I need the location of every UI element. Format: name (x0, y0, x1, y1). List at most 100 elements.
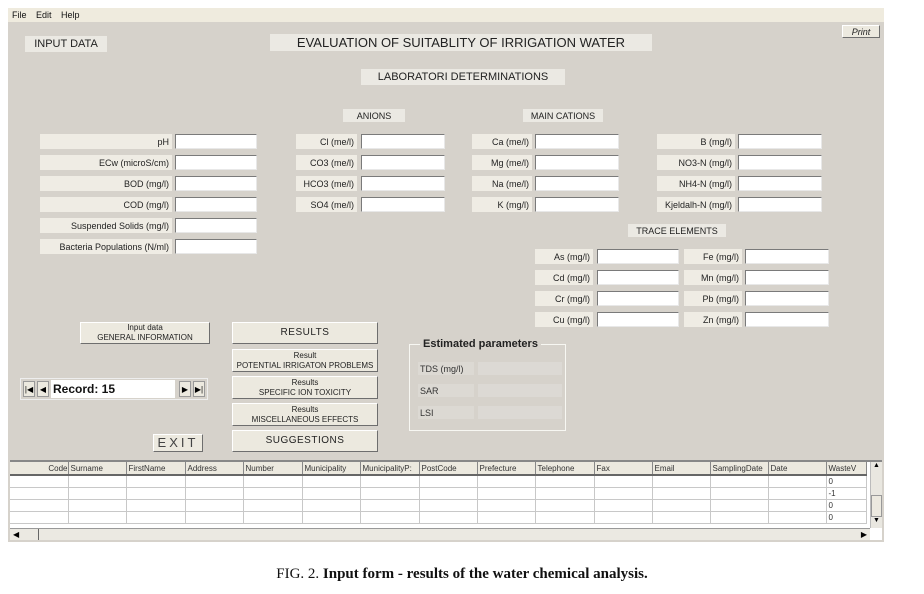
table-cell[interactable] (419, 475, 478, 488)
menu-file[interactable]: File (12, 10, 27, 20)
na-input[interactable] (535, 176, 619, 191)
table-cell[interactable] (535, 499, 595, 512)
table-cell[interactable] (302, 475, 361, 488)
ecw-input[interactable] (175, 155, 257, 170)
vertical-scroll-thumb[interactable] (871, 495, 882, 517)
table-cell[interactable] (185, 475, 244, 488)
column-header-municipality[interactable]: Municipality (302, 462, 361, 476)
table-cell[interactable] (126, 487, 186, 500)
table-cell[interactable] (710, 475, 769, 488)
column-header-samplingdate[interactable]: SamplingDate (710, 462, 769, 476)
column-header-firstname[interactable]: FirstName (126, 462, 186, 476)
table-cell[interactable]: -1 (826, 487, 867, 500)
cl-input[interactable] (361, 134, 445, 149)
next-record-button[interactable]: ▶ (179, 381, 191, 397)
column-header-address[interactable]: Address (185, 462, 244, 476)
table-cell[interactable] (710, 487, 769, 500)
table-cell[interactable] (768, 511, 827, 524)
table-cell[interactable] (68, 511, 127, 524)
fe-input[interactable] (745, 249, 829, 264)
mn-input[interactable] (745, 270, 829, 285)
table-cell[interactable] (302, 487, 361, 500)
b-input[interactable] (738, 134, 822, 149)
table-cell[interactable] (594, 487, 653, 500)
table-cell[interactable] (243, 487, 303, 500)
table-cell[interactable] (68, 487, 127, 500)
kjeldalh-n-input[interactable] (738, 197, 822, 212)
column-header-municipalityp[interactable]: MunicipalityP: (360, 462, 420, 476)
potential-irrigation-problems-button[interactable]: Result POTENTIAL IRRIGATON PROBLEMS (232, 349, 378, 372)
table-cell[interactable] (360, 487, 420, 500)
bod-input[interactable] (175, 176, 257, 191)
k-input[interactable] (535, 197, 619, 212)
table-cell[interactable] (185, 511, 244, 524)
table-cell[interactable] (360, 499, 420, 512)
table-row[interactable]: 0 (10, 499, 867, 512)
table-cell[interactable] (243, 511, 303, 524)
table-cell[interactable] (360, 511, 420, 524)
table-cell[interactable] (594, 475, 653, 488)
table-cell[interactable]: 0 (826, 475, 867, 488)
so4-input[interactable] (361, 197, 445, 212)
exit-button[interactable]: EXIT (153, 434, 203, 452)
menu-edit[interactable]: Edit (36, 10, 52, 20)
table-cell[interactable] (302, 499, 361, 512)
scroll-up-arrow-icon[interactable]: ▲ (871, 462, 882, 473)
bacteria-populations-input[interactable] (175, 239, 257, 254)
co3-input[interactable] (361, 155, 445, 170)
zn-input[interactable] (745, 312, 829, 327)
vertical-scrollbar[interactable]: ▲ ▼ (870, 462, 882, 528)
column-header-number[interactable]: Number (243, 462, 303, 476)
print-button[interactable]: Print (842, 25, 880, 38)
as-input[interactable] (597, 249, 679, 264)
menu-help[interactable]: Help (61, 10, 80, 20)
column-header-prefecture[interactable]: Prefecture (477, 462, 536, 476)
first-record-button[interactable]: |◀ (23, 381, 35, 397)
column-header-fax[interactable]: Fax (594, 462, 653, 476)
table-cell[interactable] (477, 475, 536, 488)
scroll-left-arrow-icon[interactable]: ◀ (13, 530, 19, 539)
table-cell[interactable] (126, 475, 186, 488)
cod-input[interactable] (175, 197, 257, 212)
results-button[interactable]: RESULTS (232, 322, 378, 344)
cr-input[interactable] (597, 291, 679, 306)
table-cell[interactable] (10, 487, 69, 500)
specific-ion-toxicity-button[interactable]: Results SPECIFIC ION TOXICITY (232, 376, 378, 399)
record-number-field[interactable]: Record: 15 (51, 380, 175, 398)
column-header-postcode[interactable]: PostCode (419, 462, 478, 476)
table-cell[interactable] (302, 511, 361, 524)
previous-record-button[interactable]: ◀ (37, 381, 49, 397)
table-cell[interactable] (68, 475, 127, 488)
table-cell[interactable] (535, 511, 595, 524)
table-cell[interactable] (10, 475, 69, 488)
cd-input[interactable] (597, 270, 679, 285)
table-cell[interactable] (419, 487, 478, 500)
pb-input[interactable] (745, 291, 829, 306)
table-row[interactable]: 0 (10, 475, 867, 488)
scroll-right-arrow-icon[interactable]: ▶ (861, 530, 867, 539)
table-cell[interactable] (710, 511, 769, 524)
table-cell[interactable] (652, 499, 711, 512)
table-cell[interactable] (594, 511, 653, 524)
column-header-wastev[interactable]: WasteV (826, 462, 867, 476)
table-cell[interactable] (360, 475, 420, 488)
horizontal-scroll-thumb[interactable] (38, 529, 39, 540)
table-cell[interactable] (68, 499, 127, 512)
table-cell[interactable] (185, 487, 244, 500)
nh4-n-input[interactable] (738, 176, 822, 191)
table-cell[interactable] (10, 499, 69, 512)
miscellaneous-effects-button[interactable]: Results MISCELLANEOUS EFFECTS (232, 403, 378, 426)
table-cell[interactable] (535, 475, 595, 488)
table-cell[interactable] (535, 487, 595, 500)
table-cell[interactable] (419, 499, 478, 512)
table-cell[interactable] (243, 499, 303, 512)
table-cell[interactable] (652, 511, 711, 524)
column-header-telephone[interactable]: Telephone (535, 462, 595, 476)
general-information-button[interactable]: Input data GENERAL INFORMATION (80, 322, 210, 344)
table-cell[interactable] (419, 511, 478, 524)
column-header-code[interactable]: Code (10, 462, 69, 476)
table-cell[interactable]: 0 (826, 511, 867, 524)
table-cell[interactable] (594, 499, 653, 512)
ph-input[interactable] (175, 134, 257, 149)
table-cell[interactable] (768, 499, 827, 512)
